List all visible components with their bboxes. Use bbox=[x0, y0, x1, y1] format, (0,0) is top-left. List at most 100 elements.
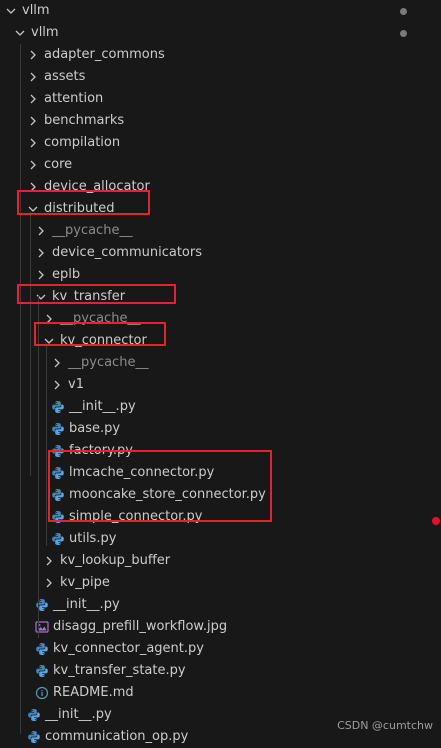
item-label: base.py bbox=[69, 421, 121, 436]
file-item-kv-connector-agent-py[interactable]: kv_connector_agent.py bbox=[0, 638, 441, 660]
folder-item-eplb[interactable]: eplb bbox=[0, 264, 441, 286]
error-marker-icon bbox=[432, 517, 440, 525]
chevron-down-icon[interactable] bbox=[4, 4, 18, 18]
indent-guide bbox=[38, 296, 39, 638]
item-label: __pycache__ bbox=[60, 311, 141, 326]
file-item-base-py[interactable]: base.py bbox=[0, 418, 441, 440]
item-label: kv_transfer bbox=[52, 289, 126, 304]
chevron-right-icon[interactable] bbox=[50, 378, 64, 392]
chevron-right-icon[interactable] bbox=[26, 158, 40, 172]
file-item-readme-md[interactable]: README.md bbox=[0, 682, 441, 704]
info-icon bbox=[34, 685, 50, 701]
chevron-down-icon[interactable] bbox=[13, 26, 27, 40]
modified-dot-icon bbox=[400, 30, 407, 37]
item-label: __init__.py bbox=[53, 597, 120, 612]
item-label: vllm bbox=[31, 25, 59, 40]
file-item-disagg-prefill-workflow-jpg[interactable]: disagg_prefill_workflow.jpg bbox=[0, 616, 441, 638]
python-file-icon bbox=[50, 421, 66, 437]
python-file-icon bbox=[34, 663, 50, 679]
python-file-icon bbox=[50, 509, 66, 525]
folder-item-attention[interactable]: attention bbox=[0, 88, 441, 110]
modified-dot-icon bbox=[400, 8, 407, 15]
item-label: vllm bbox=[22, 3, 50, 18]
chevron-down-icon[interactable] bbox=[34, 290, 48, 304]
item-label: device_allocator bbox=[44, 179, 150, 194]
file-item-mooncake-store-connector-py[interactable]: mooncake_store_connector.py bbox=[0, 484, 441, 506]
item-label: v1 bbox=[68, 377, 84, 392]
file-item-lmcache-connector-py[interactable]: lmcache_connector.py bbox=[0, 462, 441, 484]
item-label: factory.py bbox=[69, 443, 134, 458]
chevron-right-icon[interactable] bbox=[42, 554, 56, 568]
item-label: assets bbox=[44, 69, 86, 84]
item-label: benchmarks bbox=[44, 113, 125, 128]
item-label: core bbox=[44, 157, 73, 172]
chevron-right-icon[interactable] bbox=[34, 224, 48, 238]
item-label: distributed bbox=[44, 201, 115, 216]
chevron-right-icon[interactable] bbox=[50, 356, 64, 370]
indent-guide bbox=[46, 346, 47, 546]
folder-item-core[interactable]: core bbox=[0, 154, 441, 176]
chevron-right-icon[interactable] bbox=[42, 312, 56, 326]
folder-item-device-communicators[interactable]: device_communicators bbox=[0, 242, 441, 264]
item-label: lmcache_connector.py bbox=[69, 465, 215, 480]
file-item-init-py[interactable]: __init__.py bbox=[0, 594, 441, 616]
python-file-icon bbox=[26, 729, 42, 745]
item-label: README.md bbox=[53, 685, 134, 700]
file-item-init-py[interactable]: __init__.py bbox=[0, 396, 441, 418]
item-label: compilation bbox=[44, 135, 121, 150]
folder-item-pycache[interactable]: __pycache__ bbox=[0, 308, 441, 330]
item-label: adapter_commons bbox=[44, 47, 165, 62]
folder-item-v1[interactable]: v1 bbox=[0, 374, 441, 396]
file-item-kv-transfer-state-py[interactable]: kv_transfer_state.py bbox=[0, 660, 441, 682]
python-file-icon bbox=[34, 597, 50, 613]
folder-item-adapter-commons[interactable]: adapter_commons bbox=[0, 44, 441, 66]
folder-item-assets[interactable]: assets bbox=[0, 66, 441, 88]
image-file-icon bbox=[34, 619, 50, 635]
chevron-down-icon[interactable] bbox=[42, 334, 56, 348]
python-file-icon bbox=[50, 443, 66, 459]
item-label: kv_connector_agent.py bbox=[53, 641, 204, 656]
file-item-utils-py[interactable]: utils.py bbox=[0, 528, 441, 550]
chevron-right-icon[interactable] bbox=[42, 576, 56, 590]
folder-item-compilation[interactable]: compilation bbox=[0, 132, 441, 154]
chevron-right-icon[interactable] bbox=[26, 92, 40, 106]
python-file-icon bbox=[26, 707, 42, 723]
item-label: kv_connector bbox=[60, 333, 147, 348]
chevron-right-icon[interactable] bbox=[26, 48, 40, 62]
folder-item-kv-lookup-buffer[interactable]: kv_lookup_buffer bbox=[0, 550, 441, 572]
chevron-right-icon[interactable] bbox=[26, 70, 40, 84]
chevron-right-icon[interactable] bbox=[26, 180, 40, 194]
folder-item-pycache[interactable]: __pycache__ bbox=[0, 220, 441, 242]
item-label: kv_lookup_buffer bbox=[60, 553, 171, 568]
item-label: __init__.py bbox=[69, 399, 136, 414]
python-file-icon bbox=[34, 641, 50, 657]
item-label: kv_pipe bbox=[60, 575, 110, 590]
folder-item-kv-pipe[interactable]: kv_pipe bbox=[0, 572, 441, 594]
chevron-right-icon[interactable] bbox=[34, 246, 48, 260]
indent-guide bbox=[30, 212, 31, 476]
folder-item-device-allocator[interactable]: device_allocator bbox=[0, 176, 441, 198]
python-file-icon bbox=[50, 487, 66, 503]
folder-item-vllm[interactable]: vllm bbox=[0, 0, 441, 22]
file-item-factory-py[interactable]: factory.py bbox=[0, 440, 441, 462]
file-item-simple-connector-py[interactable]: simple_connector.py bbox=[0, 506, 441, 528]
chevron-right-icon[interactable] bbox=[26, 114, 40, 128]
chevron-right-icon[interactable] bbox=[26, 136, 40, 150]
chevron-down-icon[interactable] bbox=[26, 202, 40, 216]
folder-item-kv-connector[interactable]: kv_connector bbox=[0, 330, 441, 352]
folder-item-vllm[interactable]: vllm bbox=[0, 22, 441, 44]
chevron-right-icon[interactable] bbox=[34, 268, 48, 282]
folder-item-distributed[interactable]: distributed bbox=[0, 198, 441, 220]
item-label: disagg_prefill_workflow.jpg bbox=[53, 619, 228, 634]
item-label: eplb bbox=[52, 267, 81, 282]
folder-item-pycache[interactable]: __pycache__ bbox=[0, 352, 441, 374]
folder-item-kv-transfer[interactable]: kv_transfer bbox=[0, 286, 441, 308]
indent-guide bbox=[20, 44, 21, 734]
item-label: __pycache__ bbox=[52, 223, 133, 238]
item-label: attention bbox=[44, 91, 104, 106]
python-file-icon bbox=[50, 465, 66, 481]
item-label: device_communicators bbox=[52, 245, 203, 260]
item-label: communication_op.py bbox=[45, 729, 189, 744]
folder-item-benchmarks[interactable]: benchmarks bbox=[0, 110, 441, 132]
item-label: utils.py bbox=[69, 531, 117, 546]
